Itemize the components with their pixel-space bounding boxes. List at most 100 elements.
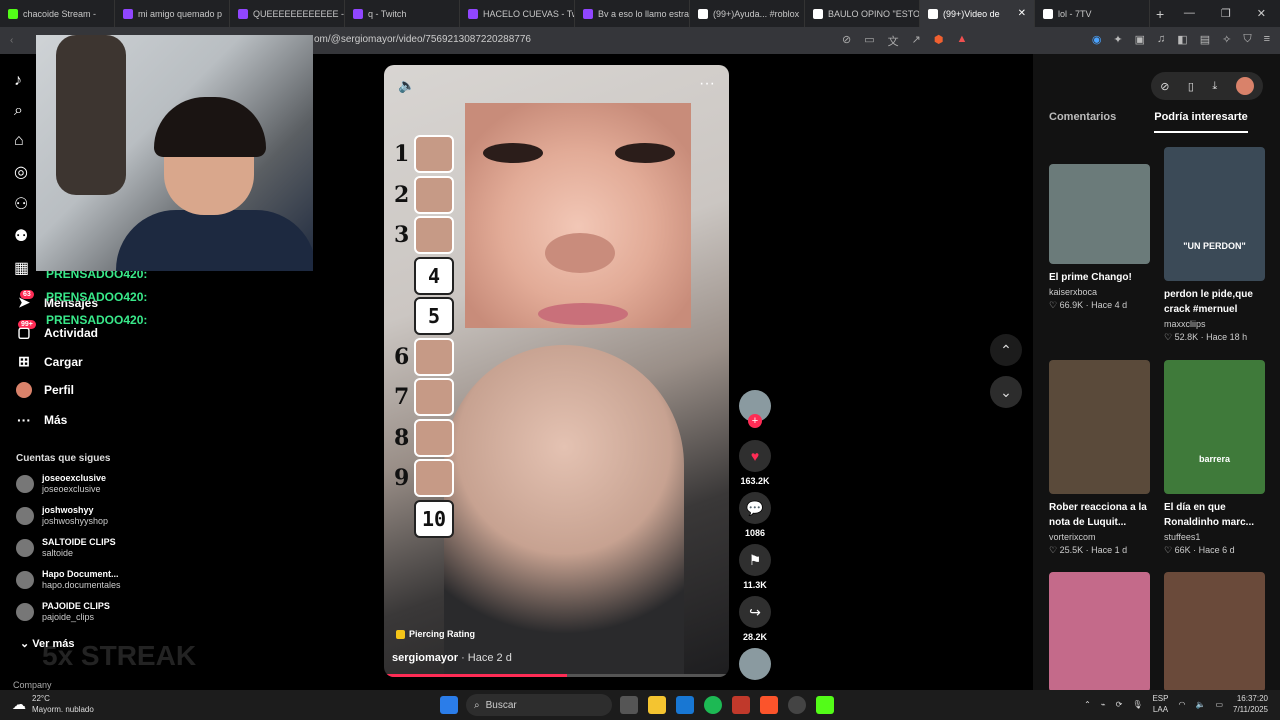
reader-icon[interactable]: ⊘ [842, 33, 851, 49]
taskbar-search[interactable]: ⌕ Buscar [466, 694, 612, 716]
recommended-video-card[interactable] [1164, 572, 1265, 692]
tab-podria-interesarte[interactable]: Podría interesarte [1154, 111, 1248, 133]
follow-plus-icon[interactable]: + [748, 414, 762, 428]
device-icon[interactable]: ▯ [1188, 80, 1194, 93]
network-icon[interactable]: ⌁ [1101, 700, 1106, 709]
extensions-icon[interactable]: ✦ [1113, 33, 1122, 46]
company-link[interactable]: Company [13, 680, 52, 690]
search-icon[interactable]: ⌕ [14, 102, 29, 120]
browser-tab[interactable]: lol - 7TV [1035, 0, 1150, 27]
video-author[interactable]: sergiomayor · Hace 2 d [392, 652, 512, 664]
tab-comentarios[interactable]: Comentarios [1049, 111, 1116, 133]
volume-icon[interactable]: 🔈 [398, 77, 415, 94]
video-progress-bar[interactable] [384, 674, 729, 677]
file-explorer-icon[interactable] [648, 696, 666, 714]
sync-icon[interactable]: ⟳ [1116, 700, 1123, 709]
address-bar-icons: ⊘ ▭ 文 ↗ ⬢ ▲ [842, 33, 967, 49]
friends-icon[interactable]: ⚉ [14, 226, 29, 246]
maximize-icon[interactable]: ❐ [1221, 7, 1231, 20]
close-icon[interactable]: ✕ [1018, 8, 1026, 19]
mic-icon[interactable]: 🎙 [1132, 700, 1142, 709]
sidebar-icon[interactable]: ◧ [1177, 33, 1187, 46]
browser-tab[interactable]: (99+)Ayuda... #roblox [690, 0, 805, 27]
battery-icon[interactable]: ▭ [1215, 700, 1223, 709]
recommended-video-card[interactable]: "UN PERDON" perdon le pide,que crack #mer… [1164, 147, 1265, 343]
browser-tab[interactable]: mi amigo quemado p [115, 0, 230, 27]
sidebar-item-cargar[interactable]: ⊞ Cargar [16, 353, 83, 370]
sound-avatar[interactable] [739, 648, 771, 680]
comment-button[interactable]: 💬 1086 [739, 492, 771, 538]
obs-icon[interactable] [788, 696, 806, 714]
language-indicator[interactable]: ESP LAA [1152, 693, 1168, 715]
previous-video-button[interactable]: ⌃ [990, 334, 1022, 366]
system-tray: ⌃ ⌁ ⟳ 🎙 ESP LAA ◠ 🔈 ▭ 16:37:20 7/11/2025 [1084, 693, 1268, 715]
following-item[interactable]: PAJOIDE CLIPS pajoide_clips [16, 601, 110, 623]
share-icon[interactable]: ↗ [912, 33, 921, 49]
tiktok-logo-icon[interactable]: ♪ [14, 72, 29, 90]
following-item[interactable]: Hapo Document... hapo.documentales [16, 569, 121, 591]
effect-tag[interactable]: Piercing Rating [396, 629, 475, 639]
recommended-video-card[interactable]: El prime Chango! kaiserxboca ♡ 66.9K · Hac… [1049, 164, 1150, 311]
browser-tab[interactable]: chacoide Stream - [0, 0, 115, 27]
ai-icon[interactable]: ✧ [1222, 33, 1231, 46]
task-view-icon[interactable] [620, 696, 638, 714]
browser-tab[interactable]: BAULO OPINO "ESTO [805, 0, 920, 27]
cast-icon[interactable]: ▭ [864, 33, 874, 49]
explore-icon[interactable]: ◎ [14, 162, 29, 182]
media-app-icon[interactable] [732, 696, 750, 714]
download-icon[interactable]: ⤓ [1212, 80, 1217, 93]
rewards-icon[interactable]: ▲ [956, 33, 967, 49]
vpn-icon[interactable]: ⛉ [1243, 33, 1251, 46]
following-icon[interactable]: ⚇ [14, 194, 29, 214]
creator-avatar[interactable]: + [739, 390, 771, 428]
wifi-icon[interactable]: ◠ [1178, 700, 1185, 709]
browser-tab[interactable]: (99+)Video de ✕ [920, 0, 1035, 27]
translate-icon[interactable]: 文 [888, 33, 899, 49]
sidebar-item-mas[interactable]: ··· Más [16, 412, 67, 428]
browser-tab[interactable]: QUEEEEEEEEEEEE - Tw [230, 0, 345, 27]
following-item[interactable]: joseoexclusive joseoexclusive [16, 473, 106, 495]
music-icon[interactable]: ♫ [1157, 33, 1165, 46]
menu-icon[interactable]: ≡ [1264, 33, 1270, 46]
see-more-button[interactable]: ⌄ Ver más [20, 637, 74, 650]
weather-widget[interactable]: ☁ 22°C Mayorm. nublado [12, 693, 94, 715]
volume-icon[interactable]: 🔈 [1195, 700, 1205, 709]
sidebar-item-perfil[interactable]: Perfil [16, 382, 74, 398]
browser-tab[interactable]: q - Twitch [345, 0, 460, 27]
shield-icon[interactable]: ⬢ [934, 33, 944, 49]
recommended-video-card[interactable]: barrera El día en que Ronaldinho marc... s… [1164, 360, 1265, 556]
search-label: Buscar [485, 699, 517, 711]
spotify-icon[interactable] [704, 696, 722, 714]
following-item[interactable]: joshwoshyy joshwoshyyshop [16, 505, 108, 527]
browser-tab[interactable]: Bv a eso lo llamo estra [575, 0, 690, 27]
recommended-video-card[interactable]: Rober reacciona a la nota de Luquit... vo… [1049, 360, 1150, 556]
back-icon[interactable]: ‹ [0, 35, 40, 46]
clock[interactable]: 16:37:20 7/11/2025 [1233, 693, 1268, 715]
save-button[interactable]: ⚑ 11.3K [739, 544, 771, 590]
video-player[interactable]: 1 2 3 4455 6 7 8 9 1010 🔈 ··· Piercing Rating se… [384, 65, 729, 677]
minimize-icon[interactable]: — [1184, 7, 1195, 20]
audio-icon[interactable]: ◉ [1092, 33, 1102, 46]
following-item[interactable]: SALTOIDE CLIPS saltoide [16, 537, 116, 559]
share-button[interactable]: ↪ 28.2K [739, 596, 771, 642]
bing-icon[interactable] [676, 696, 694, 714]
chevron-up-icon[interactable]: ⌃ [1084, 700, 1091, 709]
home-icon[interactable]: ⌂ [14, 132, 29, 150]
close-icon[interactable]: ✕ [1257, 7, 1266, 20]
screenshot-icon[interactable]: ▣ [1135, 33, 1145, 46]
brave-icon[interactable] [760, 696, 778, 714]
wallet-icon[interactable]: ▤ [1200, 33, 1210, 46]
next-video-button[interactable]: ⌄ [990, 376, 1022, 408]
more-options-icon[interactable]: ··· [699, 75, 715, 93]
browser-tab[interactable]: HACELO CUEVAS - Twi [460, 0, 575, 27]
like-button[interactable]: ♥ 163.2K [739, 440, 771, 486]
windows-start-icon[interactable] [440, 696, 458, 714]
live-icon[interactable]: ▦ [14, 258, 29, 278]
kick-icon[interactable] [816, 696, 834, 714]
recommended-video-card[interactable] [1049, 572, 1150, 692]
compass-icon[interactable]: ⊘ [1160, 80, 1169, 93]
avatar[interactable] [1235, 77, 1254, 95]
following-name: joseoexclusive [42, 473, 107, 483]
address-bar[interactable]: om/@sergiomayor/video/756921308722028877… [314, 34, 531, 45]
new-tab-button[interactable]: + [1156, 6, 1164, 22]
